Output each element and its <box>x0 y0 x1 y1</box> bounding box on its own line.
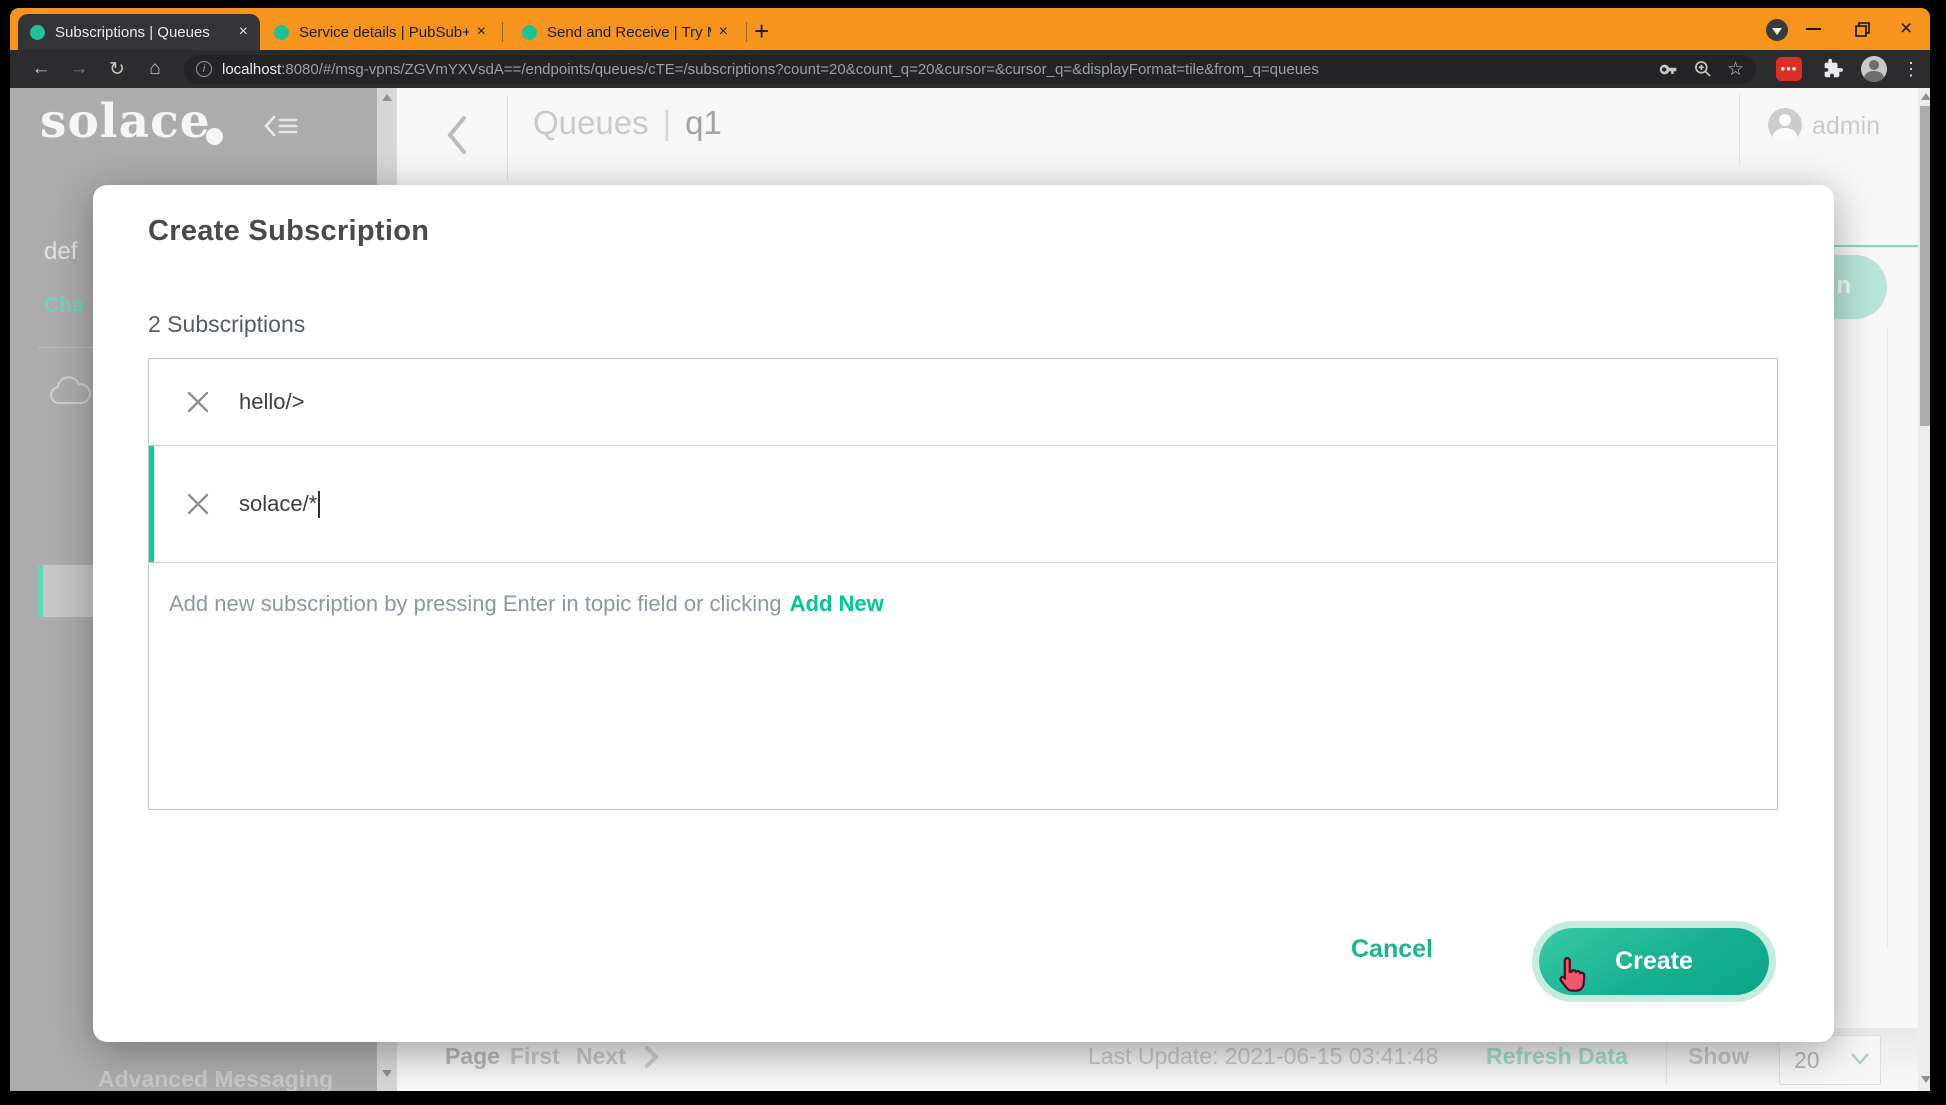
page-size-value: 20 <box>1794 1047 1820 1074</box>
remove-subscription-icon[interactable] <box>185 389 211 415</box>
tab-close-icon[interactable]: × <box>239 24 248 40</box>
breadcrumb-queues[interactable]: Queues <box>533 104 649 142</box>
tab-service-details[interactable]: Service details | PubSub+ Cloud × <box>262 14 498 50</box>
tab-favicon-icon <box>274 25 289 40</box>
cancel-button[interactable]: Cancel <box>1351 935 1433 964</box>
last-update-text: Last Update: 2021-06-15 03:41:48 <box>1088 1043 1438 1070</box>
extensions-puzzle-icon[interactable] <box>1821 58 1843 80</box>
zoom-icon[interactable] <box>1693 59 1713 79</box>
back-chevron-icon[interactable] <box>442 112 470 163</box>
next-chevron-icon[interactable] <box>643 1045 659 1075</box>
page-label: Page <box>445 1043 500 1070</box>
scroll-down-icon[interactable] <box>382 1070 392 1077</box>
url-path: :8080/#/msg-vpns/ZGVmYXVsdA==/endpoints/… <box>281 61 1319 78</box>
url-host: localhost <box>222 61 281 78</box>
tab-close-icon[interactable]: × <box>719 24 728 40</box>
page-info-icon[interactable]: i <box>196 61 212 77</box>
url-text: localhost:8080/#/msg-vpns/ZGVmYXVsdA==/e… <box>222 61 1644 78</box>
browser-window: Subscriptions | Queues × Service details… <box>10 8 1930 1091</box>
tab-subscriptions-queues[interactable]: Subscriptions | Queues × <box>18 14 260 50</box>
subscription-topic-input[interactable]: hello/> <box>239 389 304 415</box>
mouse-cursor-hand-icon <box>1553 955 1591 1004</box>
breadcrumb: Queues | q1 <box>533 104 722 142</box>
solace-logo-dot <box>206 128 223 145</box>
cloud-icon[interactable] <box>46 376 92 413</box>
minimize-button[interactable] <box>1806 28 1821 30</box>
chevron-down-icon <box>1772 28 1782 35</box>
home-icon[interactable]: ⌂ <box>138 58 172 80</box>
page-size-select[interactable]: 20 <box>1779 1035 1881 1085</box>
refresh-data-button[interactable]: Refresh Data <box>1486 1043 1628 1070</box>
scroll-up-icon[interactable] <box>1921 93 1930 100</box>
subscription-row-focused: solace/* <box>149 446 1777 563</box>
subscription-row: hello/> <box>149 359 1777 446</box>
help-text: Add new subscription by pressing Enter i… <box>149 563 1777 617</box>
help-text-body: Add new subscription by pressing Enter i… <box>169 591 782 616</box>
bookmark-star-icon[interactable]: ☆ <box>1727 58 1744 81</box>
address-bar[interactable]: i localhost:8080/#/msg-vpns/ZGVmYXVsdA==… <box>184 55 1756 84</box>
breadcrumb-separator: | <box>663 104 672 142</box>
content-card-edge <box>1887 328 1888 948</box>
remove-subscription-icon[interactable] <box>185 491 211 517</box>
browser-update-badge-icon[interactable] <box>1766 19 1788 41</box>
modal-title: Create Subscription <box>148 215 429 248</box>
change-vpn-link[interactable]: Cha <box>44 294 84 318</box>
collapse-sidebar-icon[interactable] <box>262 112 302 147</box>
tab-label: Service details | PubSub+ Cloud <box>299 24 469 41</box>
scrollbar-thumb[interactable] <box>1920 106 1930 426</box>
tab-strip: Subscriptions | Queues × Service details… <box>10 8 1930 50</box>
tab-separator <box>502 22 503 42</box>
focus-accent-bar <box>149 446 154 562</box>
back-icon[interactable]: ← <box>24 58 58 80</box>
scroll-up-icon[interactable] <box>382 94 392 101</box>
forward-icon[interactable]: → <box>62 58 96 80</box>
user-divider <box>1739 94 1740 164</box>
tab-label: Send and Receive | Try Me! <box>547 24 711 41</box>
avatar <box>1861 56 1887 82</box>
tab-separator <box>746 22 747 42</box>
create-subscription-modal: Create Subscription 2 Subscriptions hell… <box>93 185 1834 1042</box>
scroll-down-icon[interactable] <box>1921 1076 1930 1083</box>
header-divider <box>507 96 508 180</box>
subscription-list: hello/> solace/* Add new subscription by… <box>148 358 1778 810</box>
close-window-button[interactable]: × <box>1900 17 1912 41</box>
tab-favicon-icon <box>522 25 537 40</box>
chevron-down-icon <box>1850 1052 1870 1071</box>
user-avatar-icon[interactable] <box>1768 108 1802 142</box>
subscription-topic-input[interactable]: solace/* <box>239 491 317 517</box>
screenshot-stage: Subscriptions | Queues × Service details… <box>0 0 1946 1105</box>
text-caret <box>318 491 320 518</box>
sidebar-item-advanced-messaging[interactable]: Advanced Messaging <box>98 1066 333 1091</box>
browser-toolbar: ← → ↻ ⌂ i localhost:8080/#/msg-vpns/ZGVm… <box>10 50 1930 88</box>
tab-send-receive[interactable]: Send and Receive | Try Me! × <box>510 14 740 50</box>
next-page-button[interactable]: Next <box>576 1043 626 1070</box>
first-page-button[interactable]: First <box>510 1043 560 1070</box>
restore-button[interactable] <box>1854 21 1871 43</box>
show-label: Show <box>1688 1043 1749 1070</box>
add-new-link[interactable]: Add New <box>790 591 884 616</box>
saved-password-key-icon[interactable] <box>1658 59 1679 80</box>
user-name[interactable]: admin <box>1812 112 1880 141</box>
browser-profile-avatar[interactable] <box>1861 56 1887 82</box>
page-viewport: solace def Cha Advanced Messaging <box>10 88 1930 1091</box>
restore-icon <box>1854 21 1871 38</box>
password-extension-icon[interactable]: ••• <box>1776 57 1802 81</box>
message-vpn-name: def <box>44 238 77 266</box>
browser-menu-icon[interactable]: ⋮ <box>1902 60 1920 78</box>
reload-icon[interactable]: ↻ <box>100 58 134 81</box>
tab-label: Subscriptions | Queues <box>55 24 231 41</box>
breadcrumb-queue-name: q1 <box>685 104 722 142</box>
tab-close-icon[interactable]: × <box>477 24 486 40</box>
tab-favicon-icon <box>30 25 45 40</box>
new-tab-button[interactable]: + <box>754 18 769 44</box>
selected-accent-bar <box>38 565 43 617</box>
subscription-count: 2 Subscriptions <box>148 311 305 338</box>
page-scrollbar[interactable] <box>1918 88 1930 1091</box>
solace-logo: solace <box>40 94 211 149</box>
